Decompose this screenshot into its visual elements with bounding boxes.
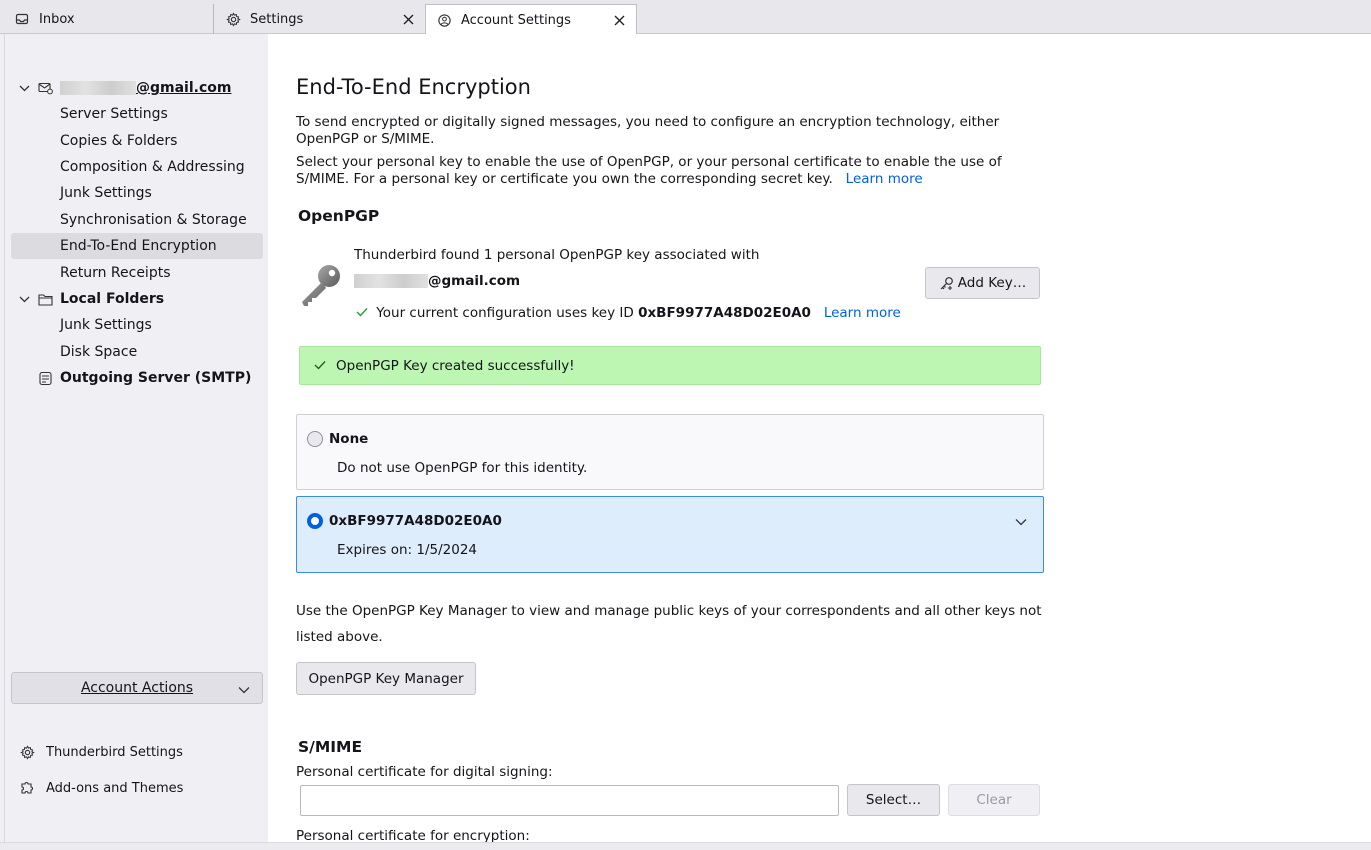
account-sidebar: @gmail.com Server Settings Copies & Fold…	[4, 34, 268, 842]
sidebar-local-folders[interactable]: Local Folders	[11, 286, 263, 312]
sidebar-item-disk-space[interactable]: Disk Space	[11, 339, 263, 365]
key-expiry: Expires on: 1/5/2024	[337, 542, 478, 558]
success-message: OpenPGP Key created successfully!	[336, 357, 575, 374]
tab-label: Settings	[250, 11, 304, 27]
addons-themes-link[interactable]: Add-ons and Themes	[19, 776, 183, 800]
learn-more-link[interactable]: Learn more	[846, 171, 923, 187]
current-config-line: Your current configuration uses key ID 0…	[356, 305, 901, 321]
sidebar-account-gmail[interactable]: @gmail.com	[11, 75, 263, 101]
encryption-cert-label: Personal certificate for encryption:	[296, 828, 530, 842]
mail-account-icon	[37, 80, 53, 96]
checkmark-icon	[356, 305, 372, 321]
openpgp-key-manager-button[interactable]: OpenPGP Key Manager	[296, 662, 476, 695]
tab-label: Account Settings	[461, 12, 571, 28]
redacted-username	[354, 274, 428, 288]
found-keys-text: Thunderbird found 1 personal OpenPGP key…	[354, 247, 760, 263]
success-notification: OpenPGP Key created successfully!	[299, 346, 1041, 385]
account-settings-icon	[436, 12, 452, 28]
clear-cert-button[interactable]: Clear	[948, 784, 1040, 816]
thunderbird-settings-link[interactable]: Thunderbird Settings	[19, 740, 183, 764]
openpgp-section-title: OpenPGP	[298, 207, 380, 225]
add-key-label: Add Key…	[957, 275, 1027, 291]
outgoing-server-icon	[37, 370, 53, 386]
close-icon[interactable]	[612, 13, 626, 27]
radio-key[interactable]	[307, 513, 323, 529]
account-actions-button[interactable]: Account Actions	[11, 672, 263, 704]
redacted-username	[60, 81, 136, 95]
smime-section-title: S/MIME	[298, 738, 363, 756]
key-option-selected[interactable]: 0xBF9977A48D02E0A0 Expires on: 1/5/2024	[296, 496, 1044, 573]
tab-settings[interactable]: Settings	[215, 4, 425, 34]
signing-cert-input[interactable]	[300, 785, 839, 816]
checkmark-icon	[314, 358, 336, 374]
intro-paragraph-1: To send encrypted or digitally signed me…	[296, 114, 1000, 147]
key-option-label: 0xBF9977A48D02E0A0	[329, 513, 502, 529]
add-key-button[interactable]: Add Key…	[925, 267, 1040, 299]
sidebar-outgoing-server[interactable]: Outgoing Server (SMTP)	[11, 365, 263, 391]
current-key-id: 0xBF9977A48D02E0A0	[638, 305, 811, 321]
close-icon[interactable]	[401, 12, 415, 26]
learn-more-link[interactable]: Learn more	[824, 305, 901, 321]
puzzle-icon	[19, 780, 35, 796]
thunderbird-settings-label: Thunderbird Settings	[46, 744, 183, 760]
config-text: Your current configuration uses key ID	[376, 305, 634, 321]
chevron-down-icon	[238, 683, 250, 699]
identity-email: @gmail.com	[354, 273, 520, 289]
none-description: Do not use OpenPGP for this identity.	[337, 460, 588, 476]
chevron-down-icon[interactable]	[18, 293, 30, 305]
none-label: None	[329, 431, 369, 447]
sidebar-item-local-junk[interactable]: Junk Settings	[11, 312, 263, 338]
addons-themes-label: Add-ons and Themes	[46, 780, 184, 796]
account-name: @gmail.com	[60, 80, 231, 96]
folder-icon	[37, 291, 53, 307]
select-cert-button[interactable]: Select…	[847, 784, 940, 816]
chevron-down-icon[interactable]	[1015, 515, 1027, 531]
tab-inbox[interactable]: Inbox	[4, 4, 214, 34]
key-icon	[298, 262, 344, 308]
chevron-down-icon[interactable]	[18, 82, 30, 94]
add-key-icon	[939, 276, 954, 291]
sidebar-item-server-settings[interactable]: Server Settings	[11, 101, 263, 127]
radio-none[interactable]	[307, 431, 323, 447]
intro-paragraph-2: Select your personal key to enable the u…	[296, 154, 1056, 188]
sidebar-item-sync-storage[interactable]: Synchronisation & Storage	[11, 207, 263, 233]
key-option-none[interactable]: None Do not use OpenPGP for this identit…	[296, 414, 1044, 490]
settings-content: End-To-End Encryption To send encrypted …	[268, 34, 1371, 842]
tab-account-settings[interactable]: Account Settings	[425, 4, 637, 35]
sidebar-item-copies-folders[interactable]: Copies & Folders	[11, 128, 263, 154]
page-title: End-To-End Encryption	[296, 75, 531, 99]
sidebar-item-composition[interactable]: Composition & Addressing	[11, 154, 263, 180]
inbox-icon	[14, 11, 30, 27]
sidebar-item-return-receipts[interactable]: Return Receipts	[11, 260, 263, 286]
signing-cert-label: Personal certificate for digital signing…	[296, 764, 553, 780]
sidebar-item-junk-settings[interactable]: Junk Settings	[11, 180, 263, 206]
gear-icon	[225, 11, 241, 27]
tab-bar: Inbox Settings Account Settings	[0, 0, 1371, 35]
status-bar	[0, 842, 1371, 850]
tab-label: Inbox	[39, 11, 75, 27]
key-manager-description: Use the OpenPGP Key Manager to view and …	[296, 603, 1042, 645]
sidebar-item-e2e-encryption[interactable]: End-To-End Encryption	[11, 233, 263, 259]
gear-icon	[19, 744, 35, 760]
account-actions-label: Account Actions	[80, 680, 194, 696]
